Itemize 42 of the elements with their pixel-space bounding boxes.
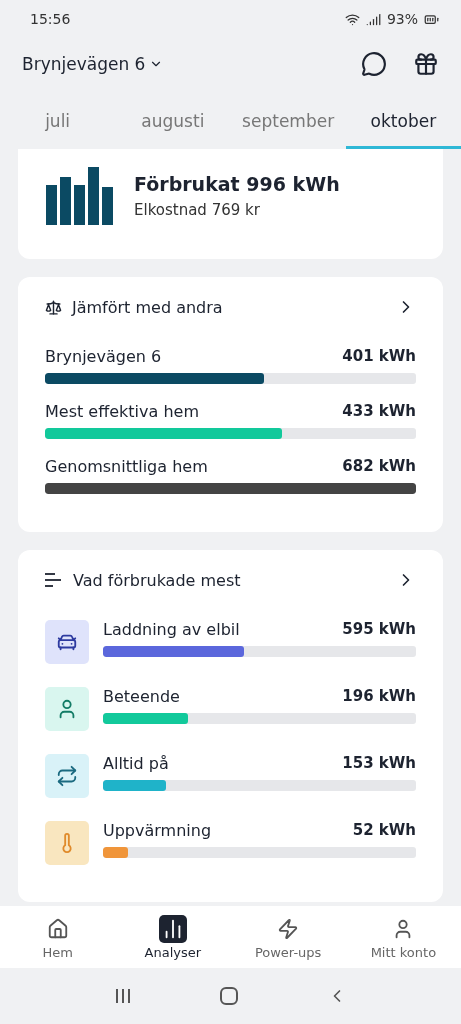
bar-value: 196 kWh <box>342 687 416 706</box>
recent-apps-icon[interactable] <box>114 988 131 1004</box>
gift-icon[interactable] <box>413 51 439 77</box>
month-tab[interactable]: september <box>230 96 346 149</box>
bar-label: Beteende <box>103 687 180 706</box>
bar-value: 682 kWh <box>342 457 416 476</box>
repeat-arrows-icon <box>45 754 89 798</box>
nav-tab[interactable]: Hem <box>0 906 116 968</box>
month-tab[interactable]: juli <box>0 96 116 149</box>
bar-label: Alltid på <box>103 754 169 773</box>
bar-chart-icon <box>46 167 116 225</box>
nav-tab[interactable]: Mitt konto <box>345 906 461 968</box>
cost-text: Elkostnad 769 kr <box>134 201 261 219</box>
bar-value: 52 kWh <box>352 821 416 840</box>
bar-value: 401 kWh <box>342 347 416 366</box>
bar-label: Brynjevägen 6 <box>45 347 162 366</box>
month-tab[interactable]: augusti <box>115 96 231 149</box>
battery-percent: 93% <box>386 11 418 27</box>
chat-icon[interactable] <box>361 51 387 77</box>
car-icon <box>45 620 89 664</box>
bar-value: 153 kWh <box>342 754 416 773</box>
scale-icon <box>45 298 62 316</box>
bar-label: Genomsnittliga hem <box>45 457 208 476</box>
bar-value: 595 kWh <box>342 620 416 639</box>
bar-value: 433 kWh <box>342 402 416 421</box>
signal-icon <box>365 11 381 27</box>
bar-chart-icon <box>158 914 187 943</box>
home-button-icon[interactable] <box>219 987 238 1005</box>
thermometer-icon <box>45 821 89 865</box>
person-icon <box>45 687 89 731</box>
card-title: Vad förbrukade mest <box>73 570 242 590</box>
address-selector[interactable]: Brynjevägen 6 <box>22 54 164 74</box>
wifi-icon <box>344 11 360 27</box>
consumption-total: Förbrukat 996 kWh <box>134 173 340 195</box>
bar-label: Uppvärmning <box>103 821 212 840</box>
card-title: Jämfört med andra <box>72 297 224 317</box>
bar-label: Mest effektiva hem <box>45 402 199 421</box>
bar-label: Laddning av elbil <box>103 620 240 639</box>
nav-tab[interactable]: Analyser <box>115 906 231 968</box>
status-time: 15:56 <box>30 11 71 27</box>
nav-tab[interactable]: Power-ups <box>230 906 346 968</box>
list-icon <box>45 573 63 587</box>
